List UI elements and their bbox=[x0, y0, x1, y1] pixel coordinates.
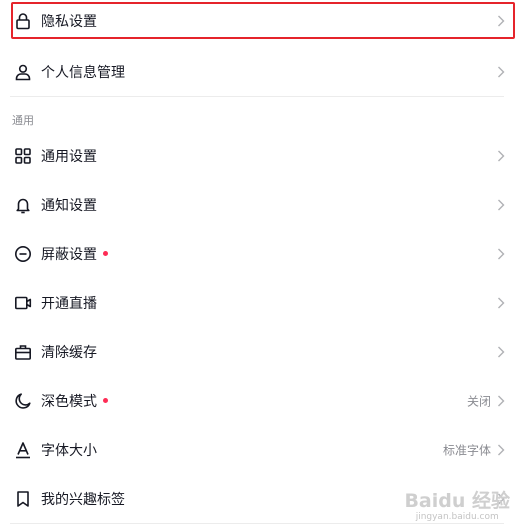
interest-tags-row[interactable]: 我的兴趣标签 bbox=[0, 474, 518, 523]
chevron-right-icon bbox=[497, 15, 505, 27]
start-live-label: 开通直播 bbox=[41, 295, 97, 312]
font-size-icon bbox=[14, 441, 32, 459]
badge-dot bbox=[103, 398, 108, 403]
personal-info-label: 个人信息管理 bbox=[41, 64, 125, 81]
font-size-row[interactable]: 字体大小 标准字体 bbox=[0, 425, 518, 474]
chevron-right-icon bbox=[497, 346, 505, 358]
dark-mode-text: 深色模式 bbox=[41, 393, 97, 410]
font-size-label: 字体大小 bbox=[41, 442, 97, 459]
dark-mode-row[interactable]: 深色模式 关闭 bbox=[0, 376, 518, 425]
dark-mode-label: 深色模式 bbox=[41, 391, 108, 411]
moon-icon bbox=[14, 392, 32, 410]
clear-cache-row[interactable]: 清除缓存 bbox=[0, 327, 518, 376]
bell-icon bbox=[14, 196, 32, 214]
video-icon bbox=[14, 294, 32, 312]
privacy-settings-row[interactable]: 隐私设置 bbox=[0, 0, 518, 45]
clear-cache-label: 清除缓存 bbox=[41, 344, 97, 361]
block-settings-label: 屏蔽设置 bbox=[41, 244, 108, 264]
notification-settings-row[interactable]: 通知设置 bbox=[0, 180, 518, 229]
briefcase-icon bbox=[14, 343, 32, 361]
chevron-right-icon bbox=[497, 297, 505, 309]
chevron-right-icon bbox=[497, 150, 505, 162]
bottom-divider bbox=[10, 523, 504, 524]
bookmark-icon bbox=[14, 490, 32, 508]
section-divider bbox=[10, 96, 504, 97]
chevron-right-icon bbox=[497, 248, 505, 260]
interest-tags-label: 我的兴趣标签 bbox=[41, 491, 125, 508]
chevron-right-icon bbox=[497, 444, 505, 456]
dark-mode-value: 关闭 bbox=[466, 394, 491, 408]
general-settings-label: 通用设置 bbox=[41, 148, 97, 165]
person-icon bbox=[14, 63, 32, 81]
personal-info-row[interactable]: 个人信息管理 bbox=[0, 47, 518, 96]
block-icon bbox=[14, 245, 32, 263]
notification-settings-label: 通知设置 bbox=[41, 197, 97, 214]
privacy-settings-label: 隐私设置 bbox=[41, 13, 97, 30]
block-settings-text: 屏蔽设置 bbox=[41, 246, 97, 263]
font-size-value: 标准字体 bbox=[442, 443, 491, 457]
chevron-right-icon bbox=[497, 395, 505, 407]
section-header-general: 通用 bbox=[12, 114, 34, 127]
block-settings-row[interactable]: 屏蔽设置 bbox=[0, 229, 518, 278]
general-settings-row[interactable]: 通用设置 bbox=[0, 131, 518, 180]
chevron-right-icon bbox=[497, 493, 505, 505]
grid-icon bbox=[14, 147, 32, 165]
chevron-right-icon bbox=[497, 66, 505, 78]
lock-icon bbox=[14, 12, 32, 30]
start-live-row[interactable]: 开通直播 bbox=[0, 278, 518, 327]
badge-dot bbox=[103, 251, 108, 256]
chevron-right-icon bbox=[497, 199, 505, 211]
